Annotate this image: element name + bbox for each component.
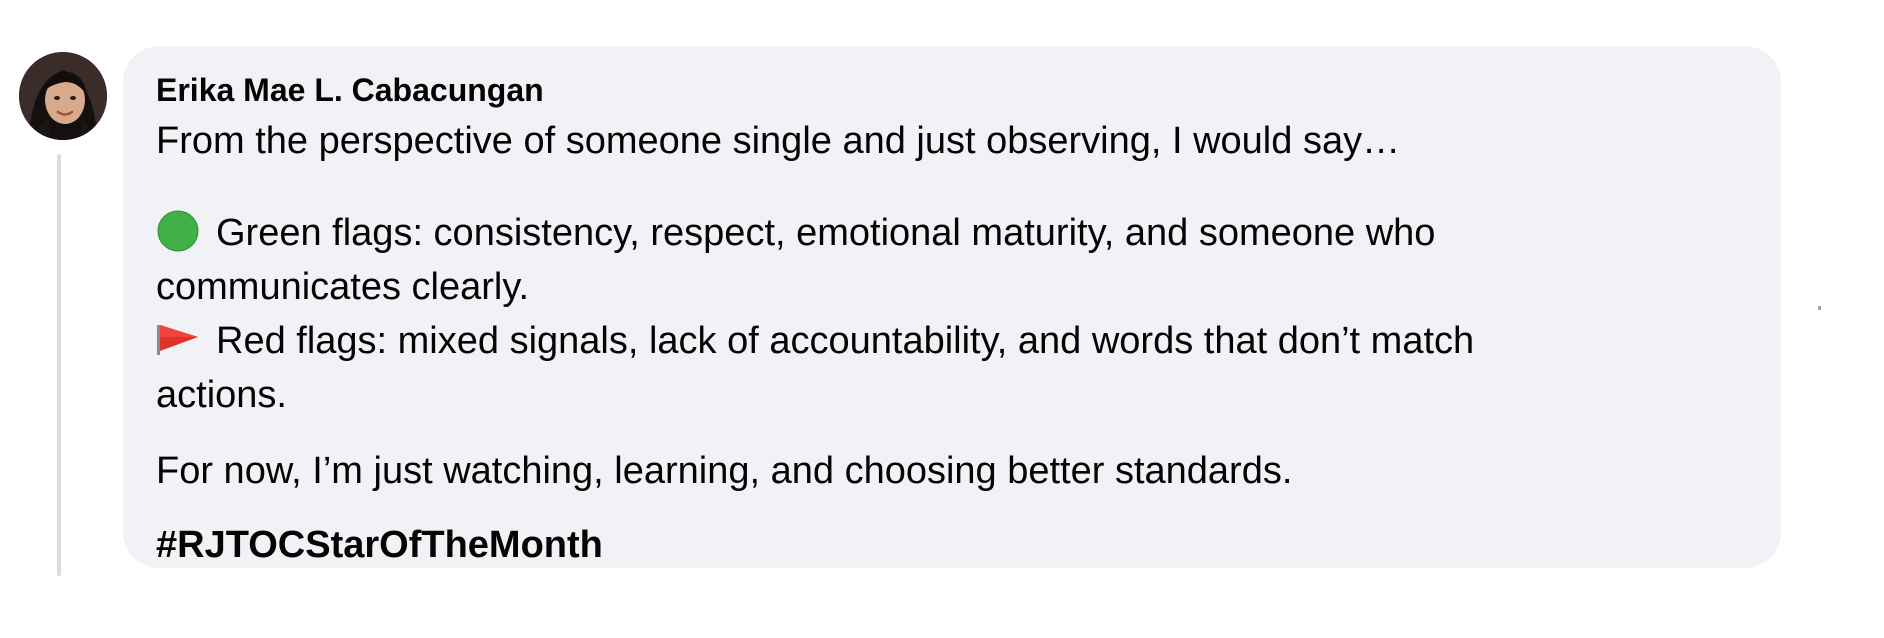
- divider-mark: [1818, 306, 1821, 310]
- red-flags-text: Red flags: mixed signals, lack of accoun…: [216, 320, 1475, 362]
- red-flag-icon: [156, 317, 200, 361]
- red-flags-line: Red flags: mixed signals, lack of accoun…: [156, 314, 1474, 368]
- comment-author[interactable]: Erika Mae L. Cabacungan: [156, 70, 544, 110]
- green-circle-icon: [156, 209, 200, 253]
- red-flags-continuation: actions.: [156, 374, 287, 416]
- avatar[interactable]: [19, 52, 107, 140]
- green-flags-text: Green flags: consistency, respect, emoti…: [216, 212, 1436, 254]
- comment-closing: For now, I’m just watching, learning, an…: [156, 450, 1293, 492]
- hashtag-link[interactable]: #RJTOCStarOfTheMonth: [156, 518, 603, 572]
- comment-intro: From the perspective of someone single a…: [156, 120, 1401, 162]
- green-flags-line: Green flags: consistency, respect, emoti…: [156, 206, 1435, 260]
- comment-bubble: Erika Mae L. Cabacungan From the perspec…: [123, 46, 1781, 568]
- green-flags-continuation: communicates clearly.: [156, 266, 530, 308]
- thread-line: [57, 154, 61, 576]
